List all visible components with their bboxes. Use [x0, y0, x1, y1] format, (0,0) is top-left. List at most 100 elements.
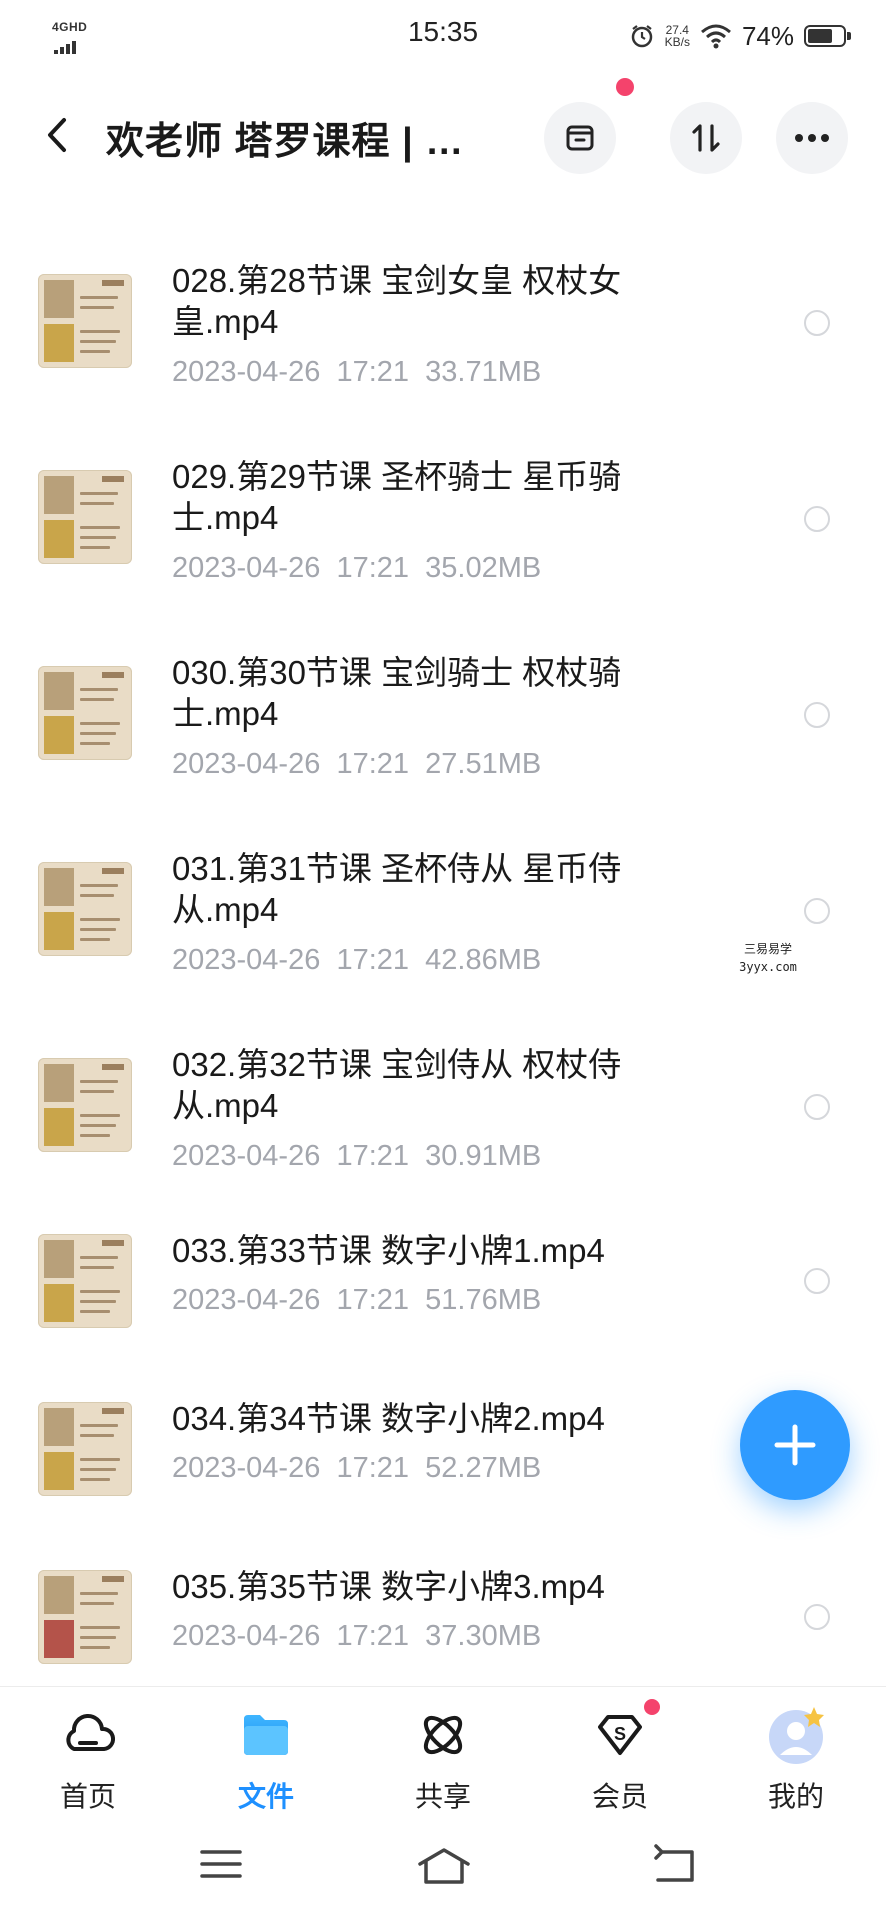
file-row[interactable]: 028.第28节课 宝剑女皇 权杖女 皇.mp4 2023-04-26 17:2…: [0, 230, 886, 400]
net-speed: 27.4 KB/s: [665, 24, 690, 48]
menu-icon: [200, 1850, 242, 1878]
battery-icon: [804, 25, 851, 47]
file-meta: 2023-04-26 17:21 37.30MB: [172, 1620, 541, 1653]
back-arrow-icon: [48, 118, 66, 152]
home-cloud-icon: [66, 1713, 115, 1751]
file-name: 032.第32节课 宝剑侍从 权杖侍 从.mp4: [172, 1044, 672, 1126]
tab-vip[interactable]: S 会员: [560, 1699, 680, 1815]
net-speed-unit: KB/s: [664, 35, 690, 49]
file-date: 2023-04-26: [172, 1452, 321, 1484]
video-thumbnail: [38, 1402, 132, 1496]
file-name: 028.第28节课 宝剑女皇 权杖女 皇.mp4: [172, 260, 672, 342]
watermark: 三易易学 3yyx.com: [728, 940, 808, 976]
file-time: 17:21: [336, 356, 410, 388]
file-time: 17:21: [336, 1620, 410, 1652]
watermark-line2: 3yyx.com: [739, 960, 797, 974]
file-time: 17:21: [336, 552, 410, 584]
file-name: 031.第31节课 圣杯侍从 星币侍 从.mp4: [172, 848, 672, 930]
return-icon: [654, 1844, 694, 1882]
system-nav-bar: [0, 1822, 886, 1922]
file-time: 17:21: [336, 1452, 410, 1484]
file-meta: 2023-04-26 17:21 52.27MB: [172, 1452, 541, 1485]
video-thumbnail: [38, 1570, 132, 1664]
file-date: 2023-04-26: [172, 552, 321, 584]
file-time: 17:21: [336, 1140, 410, 1172]
file-time: 17:21: [336, 944, 410, 976]
file-name-line2: 皇.mp4: [172, 303, 279, 340]
file-meta: 2023-04-26 17:21 35.02MB: [172, 552, 541, 585]
file-name-line1: 033.第33节课 数字小牌1.mp4: [172, 1232, 605, 1269]
file-name: 030.第30节课 宝剑骑士 权杖骑 士.mp4: [172, 652, 672, 734]
file-name-line1: 031.第31节课 圣杯侍从 星币侍: [172, 850, 622, 887]
file-name-line1: 029.第29节课 圣杯骑士 星币骑: [172, 458, 622, 495]
file-date: 2023-04-26: [172, 356, 321, 388]
file-name-line1: 028.第28节课 宝剑女皇 权杖女: [172, 262, 622, 299]
file-row[interactable]: 029.第29节课 圣杯骑士 星币骑 士.mp4 2023-04-26 17:2…: [0, 426, 886, 596]
bottom-tab-bar: 首页 文件 共享 S 会员 我的: [0, 1686, 886, 1817]
file-meta: 2023-04-26 17:21 30.91MB: [172, 1140, 541, 1173]
select-radio[interactable]: [804, 1604, 830, 1630]
file-row[interactable]: 035.第35节课 数字小牌3.mp4 2023-04-26 17:21 37.…: [0, 1546, 886, 1696]
tab-mine[interactable]: 我的: [736, 1705, 856, 1815]
wifi-icon: [700, 24, 731, 49]
notification-dot: [616, 78, 634, 96]
page-title: 欢老师 塔罗课程 | …: [106, 121, 465, 163]
file-name-line2: 士.mp4: [172, 695, 279, 732]
video-thumbnail: [38, 470, 132, 564]
more-button[interactable]: [776, 102, 848, 174]
alarm-icon: [631, 25, 652, 48]
tab-label: 文件: [237, 1781, 294, 1812]
tab-label: 我的: [767, 1781, 824, 1812]
video-thumbnail: [38, 666, 132, 760]
select-radio[interactable]: [804, 310, 830, 336]
folder-icon: [244, 1715, 288, 1755]
tab-label: 共享: [414, 1781, 471, 1812]
file-name-line2: 从.mp4: [172, 1087, 279, 1124]
file-name-line1: 035.第35节课 数字小牌3.mp4: [172, 1568, 605, 1605]
file-row[interactable]: 030.第30节课 宝剑骑士 权杖骑 士.mp4 2023-04-26 17:2…: [0, 622, 886, 792]
tab-files[interactable]: 文件: [206, 1705, 326, 1815]
tab-home[interactable]: 首页: [28, 1705, 148, 1815]
file-row[interactable]: 032.第32节课 宝剑侍从 权杖侍 从.mp4 2023-04-26 17:2…: [0, 1014, 886, 1184]
archive-button[interactable]: [544, 102, 616, 174]
file-name-line2: 从.mp4: [172, 891, 279, 928]
select-radio[interactable]: [804, 506, 830, 532]
menu-nav-button[interactable]: [196, 1844, 256, 1894]
select-radio[interactable]: [804, 702, 830, 728]
file-time: 17:21: [336, 1284, 410, 1316]
page-header: 欢老师 塔罗课程 | …: [0, 78, 886, 190]
file-date: 2023-04-26: [172, 1140, 321, 1172]
home-icon: [418, 1848, 470, 1884]
file-date: 2023-04-26: [172, 944, 321, 976]
status-bar: 4GHD 15:35 27.4 KB/s 74%: [0, 0, 886, 70]
file-size: 51.76MB: [425, 1284, 542, 1316]
sort-button[interactable]: [670, 102, 742, 174]
home-nav-button[interactable]: [414, 1844, 474, 1894]
plus-icon: [774, 1424, 816, 1466]
tab-share[interactable]: 共享: [383, 1705, 503, 1815]
file-meta: 2023-04-26 17:21 51.76MB: [172, 1284, 541, 1317]
select-radio[interactable]: [804, 1094, 830, 1120]
sort-icon: [692, 124, 720, 152]
file-size: 42.86MB: [425, 944, 542, 976]
vip-notification-dot: [644, 1699, 660, 1715]
file-size: 37.30MB: [425, 1620, 542, 1652]
file-size: 35.02MB: [425, 552, 542, 584]
more-icon: [795, 134, 829, 142]
tab-label: 首页: [59, 1781, 116, 1812]
file-meta: 2023-04-26 17:21 27.51MB: [172, 748, 541, 781]
battery-level-fill: [808, 29, 832, 43]
file-name-line1: 030.第30节课 宝剑骑士 权杖骑: [172, 654, 622, 691]
file-size: 33.71MB: [425, 356, 542, 388]
select-radio[interactable]: [804, 1268, 830, 1294]
file-row[interactable]: 033.第33节课 数字小牌1.mp4 2023-04-26 17:21 51.…: [0, 1210, 886, 1360]
video-thumbnail: [38, 1234, 132, 1328]
file-name: 035.第35节课 数字小牌3.mp4: [172, 1566, 672, 1607]
back-nav-button[interactable]: [650, 1844, 710, 1894]
back-button[interactable]: [38, 110, 78, 160]
select-radio[interactable]: [804, 898, 830, 924]
vip-badge-icon: S: [598, 1715, 642, 1755]
file-meta: 2023-04-26 17:21 42.86MB: [172, 944, 541, 977]
tab-label: 会员: [591, 1781, 648, 1812]
add-button[interactable]: [740, 1390, 850, 1500]
